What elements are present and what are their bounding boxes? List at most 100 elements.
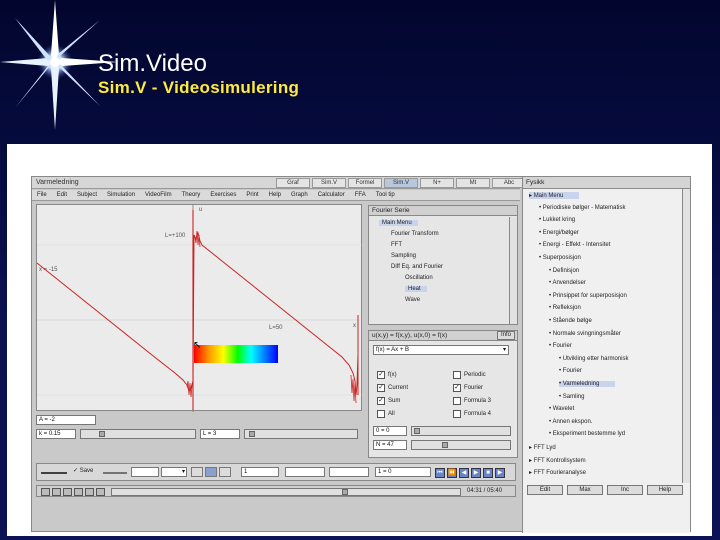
info-button[interactable]: Info	[497, 331, 515, 340]
color-field[interactable]	[131, 467, 159, 477]
zero-slider[interactable]	[411, 426, 511, 436]
right-panel-scrollbar[interactable]	[682, 189, 690, 483]
tab-graf[interactable]: Graf	[276, 178, 310, 188]
zero-value-field[interactable]: 0 = 0	[373, 426, 407, 436]
tab-n-plus[interactable]: N+	[420, 178, 454, 188]
right-tree-item[interactable]: • Varmeledning	[559, 381, 616, 387]
menu-tooltip[interactable]: Tool tip	[371, 190, 400, 200]
step-forward-icon[interactable]: ▶	[471, 468, 481, 478]
right-tree-item[interactable]: • Periodiske bølger - Matematisk	[539, 205, 625, 211]
menu-help[interactable]: Help	[264, 190, 286, 200]
save-check[interactable]: ✓ Save	[73, 467, 93, 474]
l-value-field[interactable]: L = 3	[200, 429, 240, 439]
k-value-field[interactable]: k = 0.15	[36, 429, 76, 439]
stop-icon[interactable]: ■	[483, 468, 493, 478]
inc-button[interactable]: Inc	[607, 485, 643, 495]
right-tree-item[interactable]: ▸ FFT Kontrollsystem	[529, 457, 586, 464]
video-progress-thumb[interactable]	[342, 489, 348, 495]
tab-formel[interactable]: Formel	[348, 178, 382, 188]
zero-slider-thumb[interactable]	[414, 428, 420, 434]
tab-mt[interactable]: Mt	[456, 178, 490, 188]
check-periodic[interactable]: Periodic	[453, 371, 486, 379]
checkbox-sum[interactable]: ✓	[377, 397, 385, 405]
right-tree-item[interactable]: • Fourier	[549, 343, 572, 349]
right-tree-item[interactable]: • Refleksjon	[549, 305, 581, 311]
tree-item-fft[interactable]: FFT	[391, 242, 402, 248]
l-slider[interactable]	[244, 429, 358, 439]
check-all[interactable]: All	[377, 410, 395, 418]
right-tree-item[interactable]: • Wavelet	[549, 406, 574, 412]
tree-item-diff-eq[interactable]: Diff Eq. and Fourier	[391, 264, 443, 270]
right-tree-item[interactable]: • Fourier	[559, 368, 582, 374]
aux-field-2[interactable]	[329, 467, 369, 477]
check-fx[interactable]: ✓ f(x)	[377, 371, 397, 379]
check-sum[interactable]: ✓ Sum	[377, 397, 400, 405]
frame-field[interactable]: 1 = 0	[375, 467, 431, 477]
right-tree-item[interactable]: • Samling	[559, 394, 584, 400]
right-tree-item[interactable]: • Energi/bølger	[539, 230, 579, 236]
formula-select[interactable]: f(x) = Ax + B ▾	[373, 345, 509, 355]
first-frame-icon[interactable]: ⏮	[435, 468, 445, 478]
fourier-panel-scrollbar[interactable]	[509, 217, 517, 324]
l-slider-thumb[interactable]	[249, 431, 255, 437]
checkbox-formula-4[interactable]	[453, 410, 461, 418]
right-tree-item[interactable]: • Lukket kring	[539, 217, 575, 223]
help-button[interactable]: Help	[647, 485, 683, 495]
menu-graph[interactable]: Graph	[286, 190, 313, 200]
a-value-field[interactable]: A = -2	[36, 415, 96, 425]
menu-theory[interactable]: Theory	[177, 190, 206, 200]
n-value-field[interactable]: N = 47	[373, 440, 407, 450]
swatch-button-2[interactable]	[205, 467, 217, 477]
video-forward-icon[interactable]	[85, 488, 94, 496]
edit-button[interactable]: Edit	[527, 485, 563, 495]
video-stop-icon[interactable]	[41, 488, 50, 496]
menu-videofilm[interactable]: VideoFilm	[140, 190, 177, 200]
right-tree-item[interactable]: • Eksperiment bestemme lyd	[549, 431, 625, 437]
step-back-icon[interactable]: ◀	[459, 468, 469, 478]
check-formula-4[interactable]: Formula 4	[453, 410, 491, 418]
check-current[interactable]: ✓ Current	[377, 384, 408, 392]
right-tree-item[interactable]: • Anvendelser	[549, 280, 586, 286]
right-tree-item[interactable]: ▸ FFT Fourieranalyse	[529, 469, 586, 476]
video-progress-slider[interactable]	[111, 488, 461, 496]
checkbox-fourier[interactable]: ✓	[453, 384, 461, 392]
menu-file[interactable]: File	[32, 190, 52, 200]
tab-simv-1[interactable]: Sim.V	[312, 178, 346, 188]
play-icon[interactable]: ▶	[495, 468, 505, 478]
right-tree-item[interactable]: • Superposisjon	[539, 255, 581, 261]
checkbox-all[interactable]	[377, 410, 385, 418]
swatch-button-1[interactable]	[191, 467, 203, 477]
menu-exercises[interactable]: Exercises	[205, 190, 241, 200]
tree-item-sampling[interactable]: Sampling	[391, 253, 416, 259]
speed-field[interactable]: 1	[241, 467, 279, 477]
n-slider-thumb[interactable]	[442, 442, 448, 448]
right-tree-item[interactable]: • Annen ekspon.	[549, 419, 592, 425]
video-first-icon[interactable]	[52, 488, 61, 496]
right-tree-item[interactable]: ▸ Main Menu	[529, 192, 580, 199]
right-tree-item[interactable]: • Energi - Effekt - Intensitet	[539, 242, 610, 248]
video-last-icon[interactable]	[96, 488, 105, 496]
video-play-icon[interactable]	[74, 488, 83, 496]
k-slider[interactable]	[80, 429, 196, 439]
right-tree-item[interactable]: ▸ FFT Lyd	[529, 444, 556, 451]
checkbox-fx[interactable]: ✓	[377, 371, 385, 379]
aux-field-1[interactable]	[285, 467, 325, 477]
tree-item-heat[interactable]: Heat	[405, 286, 427, 292]
n-slider[interactable]	[411, 440, 511, 450]
right-tree-item[interactable]: • Utvikling etter harmonisk	[559, 356, 628, 362]
tree-item-main-menu[interactable]: Main Menu	[379, 220, 418, 226]
menu-print[interactable]: Print	[241, 190, 263, 200]
menu-calculator[interactable]: Calculator	[313, 190, 350, 200]
right-tree-item[interactable]: • Prinsippet for superposisjon	[549, 293, 627, 299]
check-formula-3[interactable]: Formula 3	[453, 397, 491, 405]
checkbox-formula-3[interactable]	[453, 397, 461, 405]
style-select[interactable]: ▾	[161, 467, 187, 477]
checkbox-current[interactable]: ✓	[377, 384, 385, 392]
menu-simulation[interactable]: Simulation	[102, 190, 140, 200]
tree-item-fourier-transform[interactable]: Fourier Transform	[391, 231, 439, 237]
k-slider-thumb[interactable]	[99, 431, 105, 437]
tab-abc[interactable]: Abc	[492, 178, 526, 188]
max-button[interactable]: Max	[567, 485, 603, 495]
rewind-icon[interactable]: ⏪	[447, 468, 457, 478]
right-tree-item[interactable]: • Stående bølge	[549, 318, 592, 324]
